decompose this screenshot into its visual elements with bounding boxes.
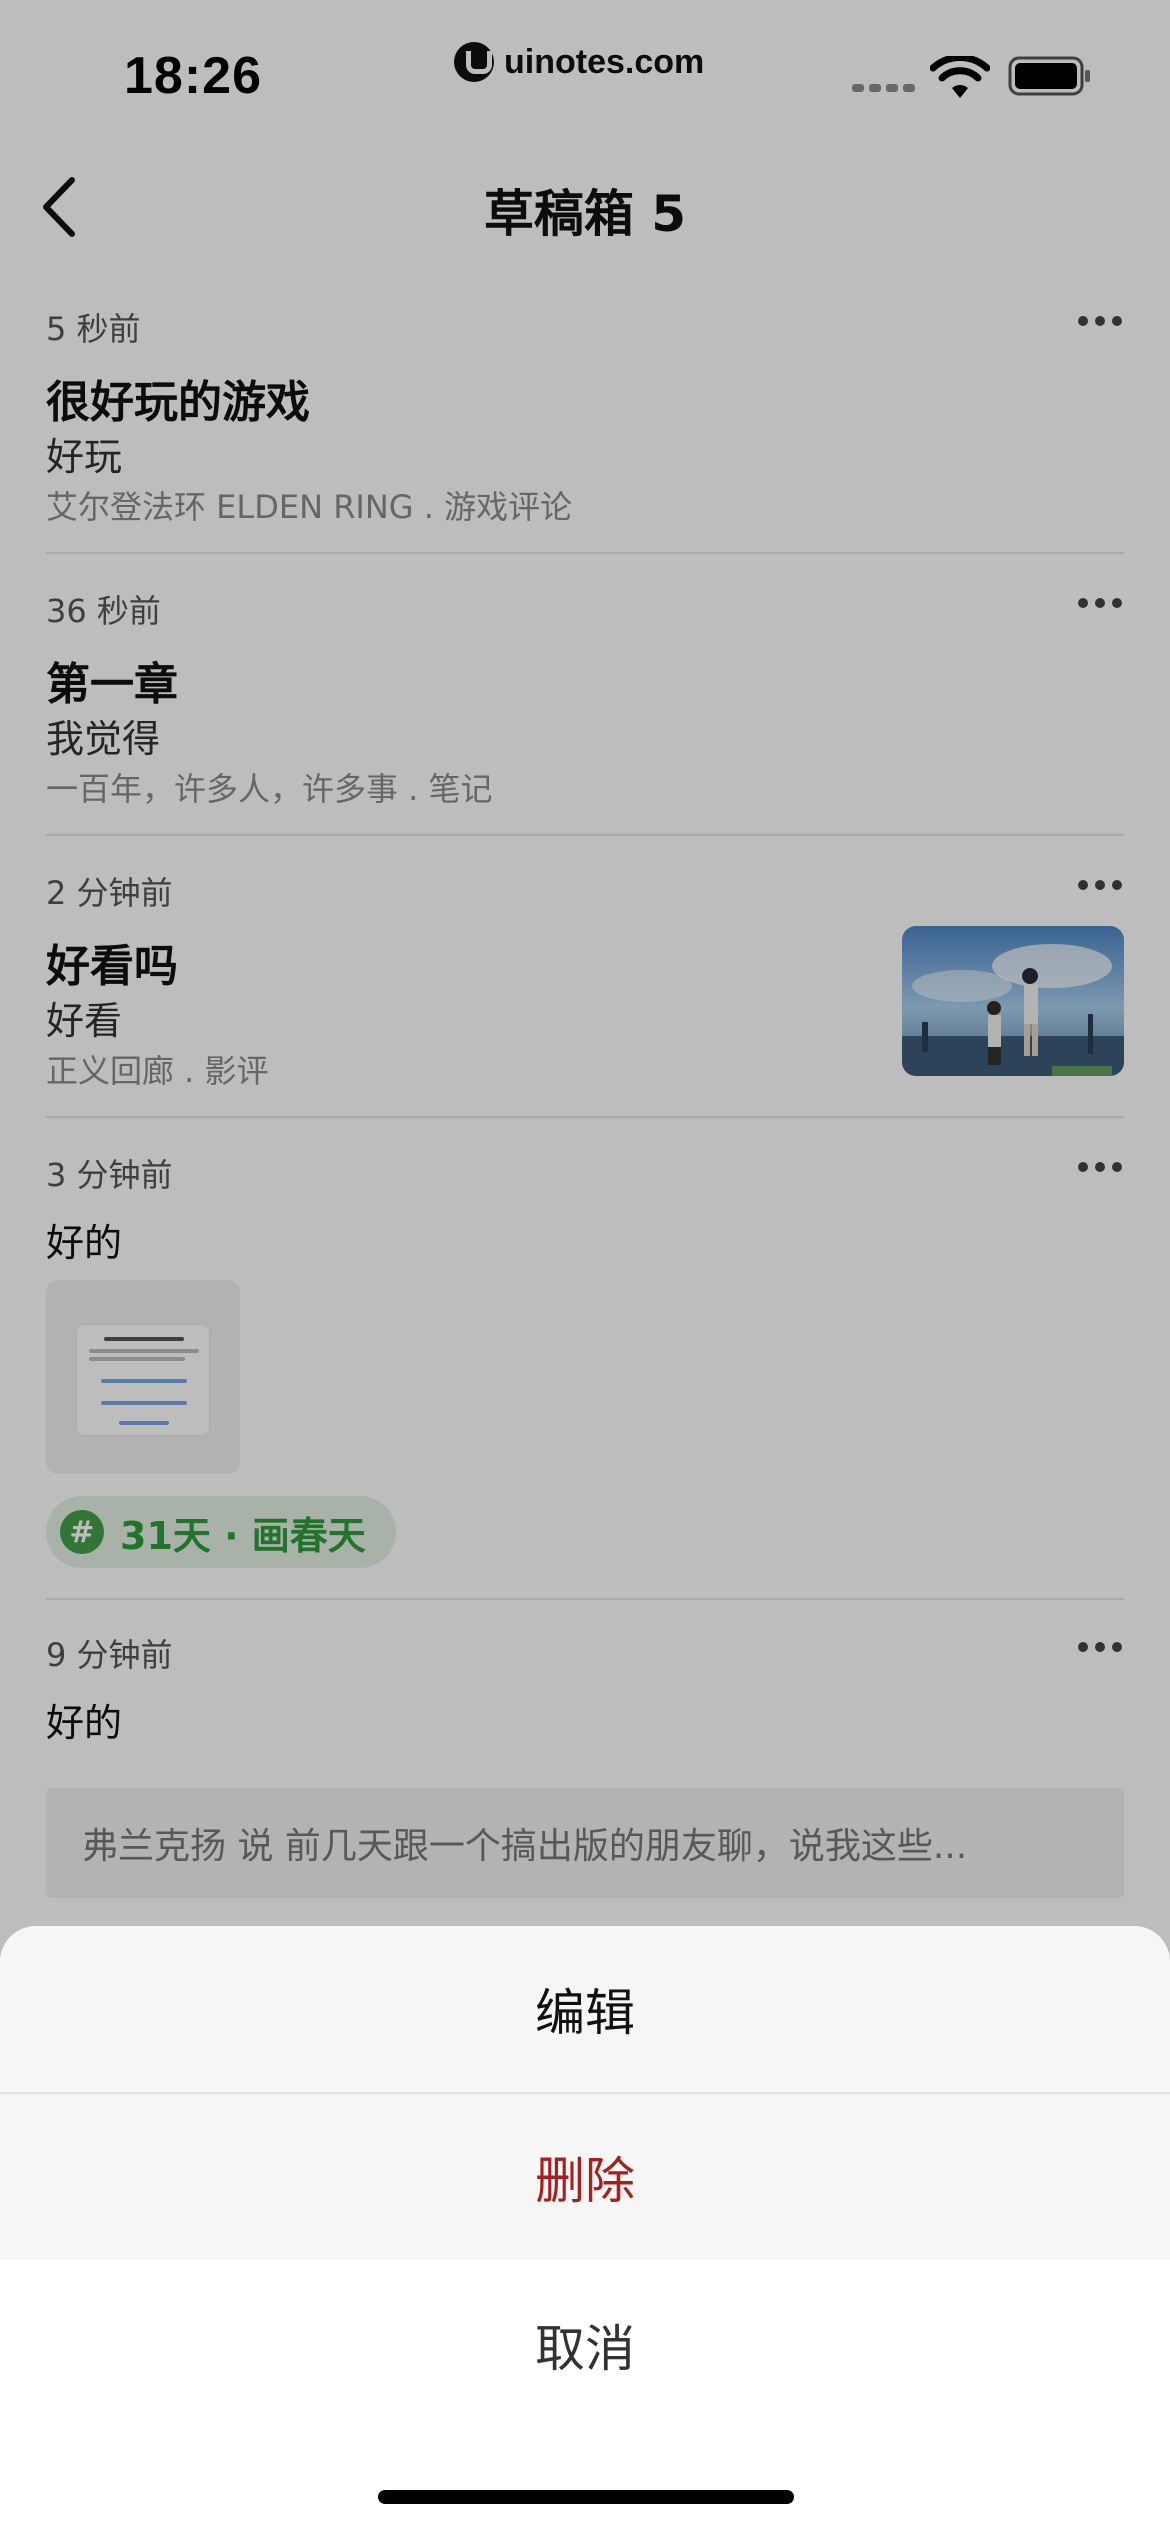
home-indicator[interactable] — [378, 2490, 794, 2504]
cancel-button[interactable]: 取消 — [0, 2260, 1170, 2430]
delete-button[interactable]: 删除 — [0, 2094, 1170, 2260]
action-sheet: 编辑 删除 取消 — [0, 1926, 1170, 2532]
edit-button[interactable]: 编辑 — [0, 1926, 1170, 2092]
